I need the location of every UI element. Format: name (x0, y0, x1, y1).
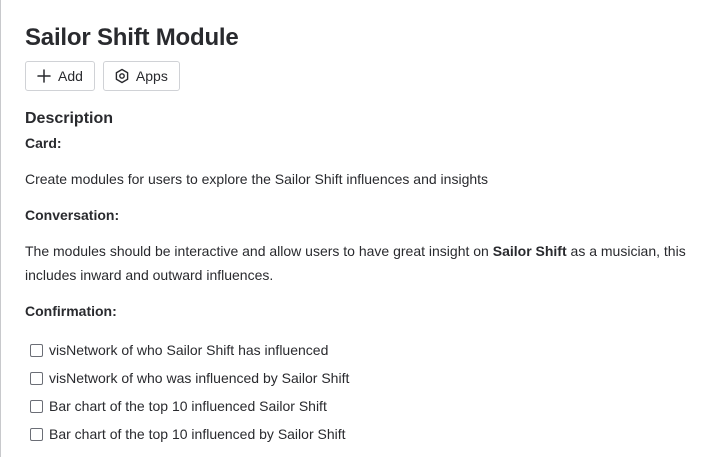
checklist-checkbox[interactable] (30, 371, 43, 385)
page-title: Sailor Shift Module (25, 24, 239, 51)
conversation-label: Conversation: (25, 207, 120, 223)
checklist-item-label: visNetwork of who was influenced by Sail… (49, 370, 350, 386)
apps-button[interactable]: Apps (102, 61, 180, 91)
conversation-text: The modules should be interactive and al… (25, 239, 715, 287)
checklist-item-label: visNetwork of who Sailor Shift has influ… (49, 342, 329, 358)
description-heading: Description (25, 110, 114, 127)
confirmation-checklist: visNetwork of who Sailor Shift has influ… (30, 336, 349, 448)
checklist-item: Bar chart of the top 10 influenced Sailo… (30, 392, 349, 420)
conversation-text-start: The modules should be interactive and al… (25, 243, 493, 259)
plus-icon (36, 68, 52, 84)
checklist-item-label: Bar chart of the top 10 influenced Sailo… (49, 398, 327, 414)
conversation-text-emphasis: Sailor Shift (492, 243, 567, 259)
card-text: Create modules for users to explore the … (25, 171, 489, 187)
checklist-item: Bar chart of the top 10 influenced by Sa… (30, 420, 349, 448)
checklist-checkbox[interactable] (30, 427, 43, 441)
add-button[interactable]: Add (25, 61, 95, 91)
checklist-item: visNetwork of who was influenced by Sail… (30, 364, 349, 392)
checklist-item-label: Bar chart of the top 10 influenced by Sa… (49, 426, 346, 442)
panel-left-border (0, 0, 1, 457)
checklist-checkbox[interactable] (30, 343, 43, 357)
checklist-item: visNetwork of who Sailor Shift has influ… (30, 336, 349, 364)
apps-button-label: Apps (135, 68, 168, 84)
confirmation-label: Confirmation: (25, 303, 117, 319)
card-label: Card: (25, 135, 62, 151)
toolbar: Add Apps (25, 61, 180, 91)
apps-hexagon-icon (114, 68, 130, 84)
checklist-checkbox[interactable] (30, 399, 43, 413)
add-button-label: Add (58, 68, 83, 84)
